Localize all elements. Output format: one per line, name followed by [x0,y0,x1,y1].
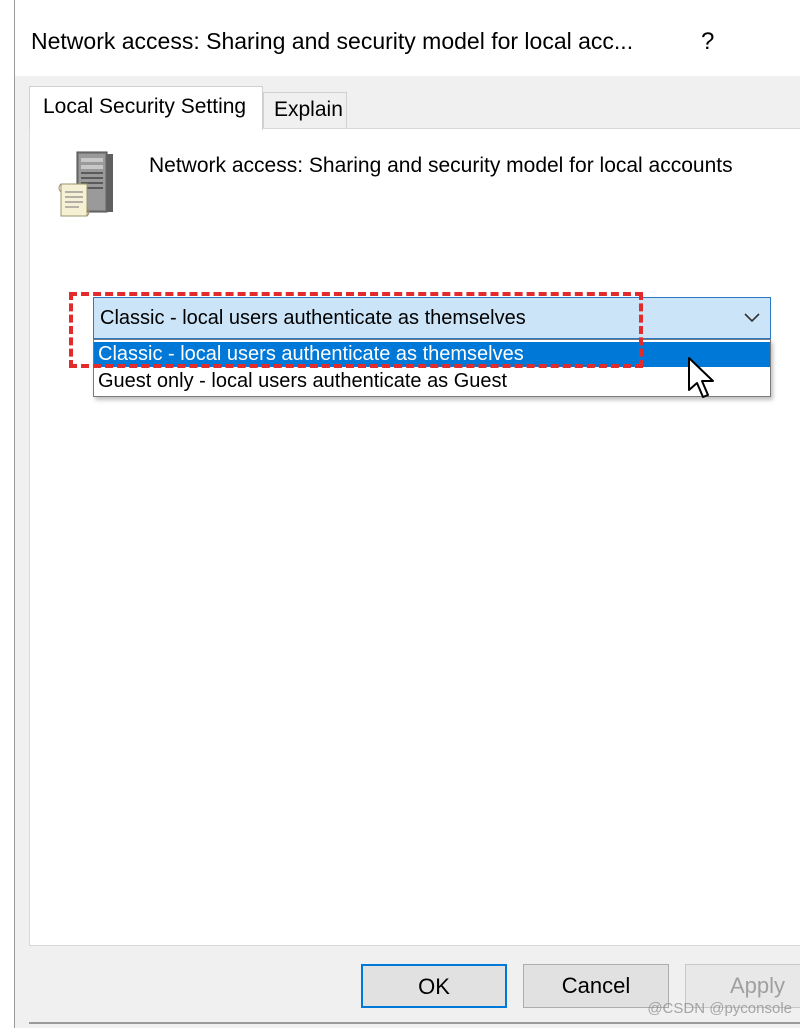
tab-local-security-setting[interactable]: Local Security Setting [29,86,263,130]
chevron-down-icon[interactable] [742,307,762,327]
watermark: @CSDN @pyconsole [647,1000,792,1017]
tab-panel [29,128,800,946]
window-title: Network access: Sharing and security mod… [31,28,634,54]
ok-button[interactable]: OK [361,964,507,1008]
title-bar[interactable]: Network access: Sharing and security mod… [15,0,800,76]
window-bottom-border [29,1022,800,1024]
combobox-selected-value: Classic - local users authenticate as th… [100,307,526,329]
tab-explain[interactable]: Explain [263,92,347,128]
option-classic[interactable]: Classic - local users authenticate as th… [94,342,770,367]
dialog-window: Network access: Sharing and security mod… [14,0,800,1028]
server-document-icon [58,151,113,217]
option-guest-only[interactable]: Guest only - local users authenticate as… [94,369,770,394]
combobox-dropdown-list: Classic - local users authenticate as th… [93,339,771,397]
mouse-cursor-icon [688,357,714,398]
help-button[interactable]: ? [701,28,714,56]
security-model-combobox[interactable]: Classic - local users authenticate as th… [93,297,771,339]
policy-description: Network access: Sharing and security mod… [149,154,733,177]
